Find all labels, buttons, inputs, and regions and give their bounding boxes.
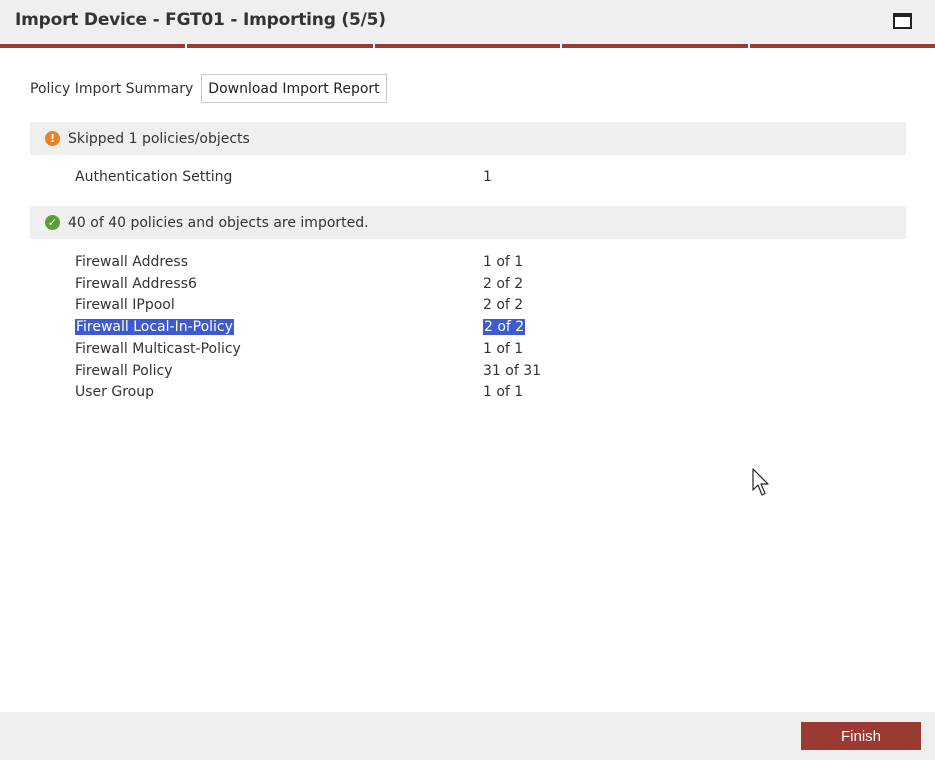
item-count: 1 of 1: [483, 341, 524, 357]
progress-step: [187, 44, 373, 48]
dialog-footer: Finish: [0, 712, 935, 760]
item-name: Firewall Local-In-Policy: [75, 319, 234, 335]
wizard-progress-bar: [0, 44, 935, 48]
item-count: 1 of 1: [483, 384, 524, 400]
summary-label: Policy Import Summary: [30, 80, 194, 97]
list-item: Authentication Setting 1: [75, 167, 575, 189]
check-icon: ✓: [45, 215, 60, 230]
dialog-title: Import Device - FGT01 - Importing (5/5): [15, 10, 386, 30]
item-count: 31 of 31: [483, 363, 542, 379]
item-count: 1 of 1: [483, 254, 524, 270]
list-item: Firewall Address 1 of 1: [75, 252, 575, 274]
list-item: Firewall IPpool 2 of 2: [75, 295, 575, 317]
item-name: Firewall Address: [75, 254, 188, 270]
skipped-section-header: ! Skipped 1 policies/objects: [30, 122, 906, 155]
item-count: 2 of 2: [483, 319, 526, 335]
progress-step: [562, 44, 748, 48]
mouse-cursor-icon: [752, 468, 769, 496]
item-name: Firewall Address6: [75, 276, 197, 292]
progress-step: [749, 44, 935, 48]
imported-section-header: ✓ 40 of 40 policies and objects are impo…: [30, 206, 906, 239]
finish-button[interactable]: Finish: [801, 722, 921, 750]
item-name: Firewall Multicast-Policy: [75, 341, 241, 357]
dialog-titlebar: Import Device - FGT01 - Importing (5/5): [0, 0, 935, 44]
item-name: User Group: [75, 384, 154, 400]
exclamation-icon: !: [45, 131, 60, 146]
item-name: Firewall IPpool: [75, 297, 175, 313]
list-item: Firewall Policy 31 of 31: [75, 361, 575, 383]
list-item-selected: Firewall Local-In-Policy 2 of 2: [75, 317, 575, 339]
item-name: Firewall Policy: [75, 363, 173, 379]
maximize-icon[interactable]: [893, 13, 912, 29]
item-count: 2 of 2: [483, 276, 524, 292]
progress-step: [374, 44, 561, 48]
item-count: 1: [483, 169, 492, 185]
imported-header-text: 40 of 40 policies and objects are import…: [68, 214, 369, 231]
download-import-report-button[interactable]: Download Import Report: [201, 74, 387, 103]
progress-step: [0, 44, 186, 48]
item-name: Authentication Setting: [75, 169, 233, 185]
list-item: Firewall Multicast-Policy 1 of 1: [75, 339, 575, 361]
item-count: 2 of 2: [483, 297, 524, 313]
list-item: User Group 1 of 1: [75, 382, 575, 404]
policy-import-summary: Policy Import Summary Download Import Re…: [30, 74, 387, 103]
list-item: Firewall Address6 2 of 2: [75, 274, 575, 296]
skipped-header-text: Skipped 1 policies/objects: [68, 130, 250, 147]
